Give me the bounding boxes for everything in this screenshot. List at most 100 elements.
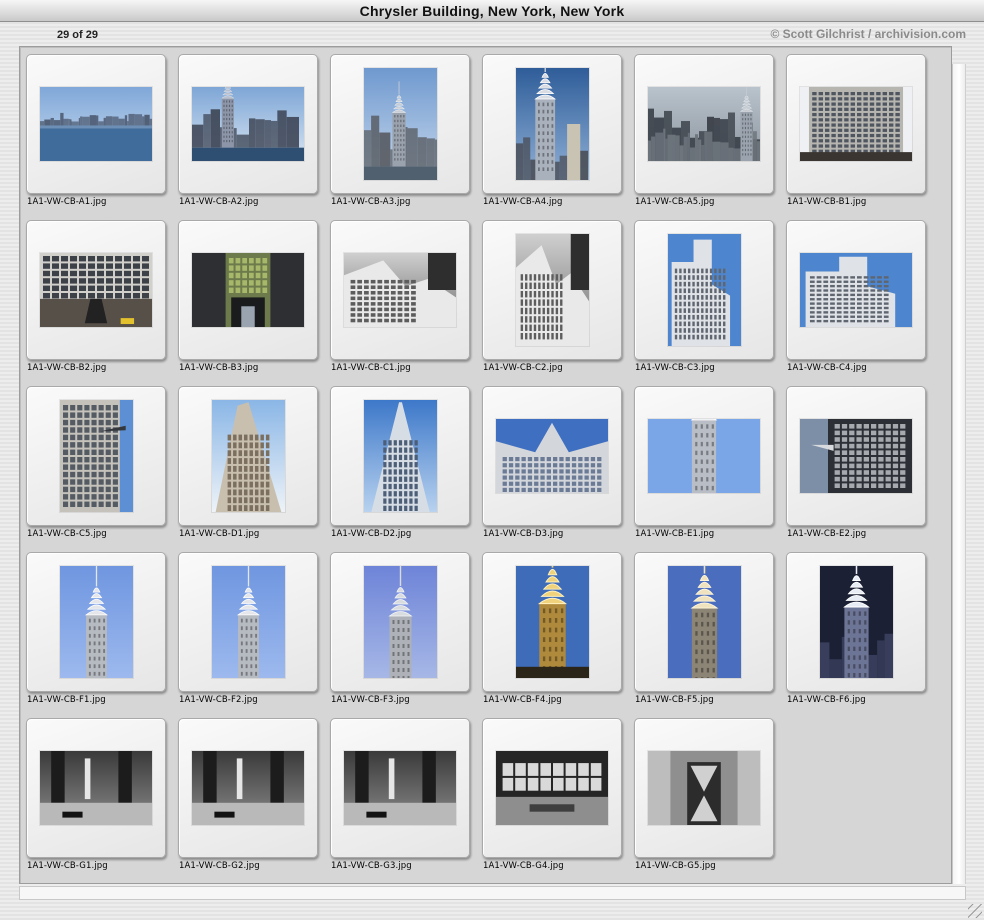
thumbnail-item[interactable]: 1A1-VW-CB-A4.jpg — [482, 54, 622, 214]
thumbnail-image[interactable] — [59, 566, 133, 678]
thumbnail-image[interactable] — [192, 87, 304, 161]
slide-mount[interactable] — [786, 552, 926, 692]
slide-mount[interactable] — [482, 386, 622, 526]
thumbnail-item[interactable]: 1A1-VW-CB-A1.jpg — [26, 54, 166, 214]
thumbnail-image[interactable] — [496, 751, 608, 825]
slide-mount[interactable] — [786, 220, 926, 360]
slide-mount[interactable] — [482, 552, 622, 692]
slide-mount[interactable] — [634, 718, 774, 858]
thumbnail-item[interactable]: 1A1-VW-CB-D3.jpg — [482, 386, 622, 546]
thumbnail-filename: 1A1-VW-CB-A2.jpg — [179, 197, 259, 207]
thumbnail-image[interactable] — [40, 751, 152, 825]
slide-mount[interactable] — [178, 718, 318, 858]
thumbnail-filename: 1A1-VW-CB-A1.jpg — [27, 197, 107, 207]
thumbnail-image[interactable] — [363, 400, 437, 512]
thumbnail-item[interactable]: 1A1-VW-CB-B1.jpg — [786, 54, 926, 214]
thumbnail-item[interactable]: 1A1-VW-CB-D1.jpg — [178, 386, 318, 546]
thumbnail-image[interactable] — [667, 234, 741, 346]
thumbnail-item[interactable]: 1A1-VW-CB-C5.jpg — [26, 386, 166, 546]
slide-mount[interactable] — [178, 54, 318, 194]
slide-mount[interactable] — [482, 54, 622, 194]
image-count: 29 of 29 — [57, 29, 98, 41]
slide-mount[interactable] — [330, 54, 470, 194]
thumbnail-item[interactable]: 1A1-VW-CB-F5.jpg — [634, 552, 774, 712]
slide-mount[interactable] — [786, 54, 926, 194]
thumbnail-image[interactable] — [800, 87, 912, 161]
thumbnail-image[interactable] — [40, 87, 152, 161]
thumbnail-item[interactable]: 1A1-VW-CB-C4.jpg — [786, 220, 926, 380]
thumbnail-item[interactable]: 1A1-VW-CB-A2.jpg — [178, 54, 318, 214]
thumbnail-image[interactable] — [211, 400, 285, 512]
slide-mount[interactable] — [634, 386, 774, 526]
thumbnail-image[interactable] — [648, 751, 760, 825]
thumbnail-item[interactable]: 1A1-VW-CB-G1.jpg — [26, 718, 166, 878]
thumbnail-image[interactable] — [515, 68, 589, 180]
thumbnail-image[interactable] — [211, 566, 285, 678]
thumbnail-image[interactable] — [819, 566, 893, 678]
slide-mount[interactable] — [634, 552, 774, 692]
horizontal-scrollbar[interactable] — [19, 886, 966, 900]
slide-mount[interactable] — [786, 386, 926, 526]
thumbnail-item[interactable]: 1A1-VW-CB-A5.jpg — [634, 54, 774, 214]
thumbnail-item[interactable]: 1A1-VW-CB-B2.jpg — [26, 220, 166, 380]
thumbnail-image[interactable] — [40, 253, 152, 327]
thumbnail-image[interactable] — [800, 253, 912, 327]
thumbnail-item[interactable]: 1A1-VW-CB-F4.jpg — [482, 552, 622, 712]
thumbnail-image[interactable] — [344, 253, 456, 327]
thumbnail-filename: 1A1-VW-CB-C3.jpg — [635, 363, 715, 373]
thumbnail-item[interactable]: 1A1-VW-CB-C3.jpg — [634, 220, 774, 380]
thumbnail-item[interactable]: 1A1-VW-CB-E1.jpg — [634, 386, 774, 546]
thumbnail-image[interactable] — [344, 751, 456, 825]
thumbnail-filename: 1A1-VW-CB-B1.jpg — [787, 197, 867, 207]
thumbnail-item[interactable]: 1A1-VW-CB-G3.jpg — [330, 718, 470, 878]
thumbnail-image[interactable] — [648, 87, 760, 161]
slide-mount[interactable] — [26, 386, 166, 526]
slide-mount[interactable] — [26, 220, 166, 360]
slide-mount[interactable] — [634, 54, 774, 194]
thumbnail-item[interactable]: 1A1-VW-CB-G4.jpg — [482, 718, 622, 878]
slide-mount[interactable] — [330, 386, 470, 526]
slide-mount[interactable] — [178, 386, 318, 526]
slide-mount[interactable] — [330, 718, 470, 858]
slide-mount[interactable] — [330, 220, 470, 360]
thumbnail-item[interactable]: 1A1-VW-CB-F6.jpg — [786, 552, 926, 712]
thumbnail-image[interactable] — [59, 400, 133, 512]
slide-mount[interactable] — [178, 552, 318, 692]
vertical-scrollbar[interactable] — [952, 64, 966, 884]
thumbnail-image[interactable] — [648, 419, 760, 493]
slide-mount[interactable] — [178, 220, 318, 360]
thumbnail-item[interactable]: 1A1-VW-CB-B3.jpg — [178, 220, 318, 380]
slide-mount[interactable] — [634, 220, 774, 360]
slide-mount[interactable] — [482, 718, 622, 858]
window-title-bar[interactable]: Chrysler Building, New York, New York — [0, 0, 984, 22]
thumbnail-filename: 1A1-VW-CB-A4.jpg — [483, 197, 563, 207]
thumbnail-image[interactable] — [496, 419, 608, 493]
thumbnail-image[interactable] — [192, 751, 304, 825]
resize-grip-icon[interactable] — [968, 904, 982, 918]
thumbnail-image[interactable] — [515, 566, 589, 678]
slide-mount[interactable] — [26, 552, 166, 692]
thumbnail-filename: 1A1-VW-CB-F6.jpg — [787, 695, 866, 705]
thumbnail-item[interactable]: 1A1-VW-CB-A3.jpg — [330, 54, 470, 214]
thumbnail-image[interactable] — [800, 419, 912, 493]
thumbnail-item[interactable]: 1A1-VW-CB-G5.jpg — [634, 718, 774, 878]
thumbnail-filename: 1A1-VW-CB-G4.jpg — [483, 861, 564, 871]
thumbnail-item[interactable]: 1A1-VW-CB-F2.jpg — [178, 552, 318, 712]
thumbnail-image[interactable] — [363, 68, 437, 180]
slide-mount[interactable] — [26, 54, 166, 194]
thumbnail-image[interactable] — [515, 234, 589, 346]
thumbnail-item[interactable]: 1A1-VW-CB-D2.jpg — [330, 386, 470, 546]
thumbnail-filename: 1A1-VW-CB-E1.jpg — [635, 529, 715, 539]
slide-mount[interactable] — [482, 220, 622, 360]
thumbnail-item[interactable]: 1A1-VW-CB-F3.jpg — [330, 552, 470, 712]
thumbnail-item[interactable]: 1A1-VW-CB-G2.jpg — [178, 718, 318, 878]
slide-mount[interactable] — [26, 718, 166, 858]
thumbnail-item[interactable]: 1A1-VW-CB-E2.jpg — [786, 386, 926, 546]
thumbnail-image[interactable] — [363, 566, 437, 678]
slide-mount[interactable] — [330, 552, 470, 692]
thumbnail-item[interactable]: 1A1-VW-CB-F1.jpg — [26, 552, 166, 712]
thumbnail-item[interactable]: 1A1-VW-CB-C2.jpg — [482, 220, 622, 380]
thumbnail-item[interactable]: 1A1-VW-CB-C1.jpg — [330, 220, 470, 380]
thumbnail-image[interactable] — [667, 566, 741, 678]
thumbnail-image[interactable] — [192, 253, 304, 327]
